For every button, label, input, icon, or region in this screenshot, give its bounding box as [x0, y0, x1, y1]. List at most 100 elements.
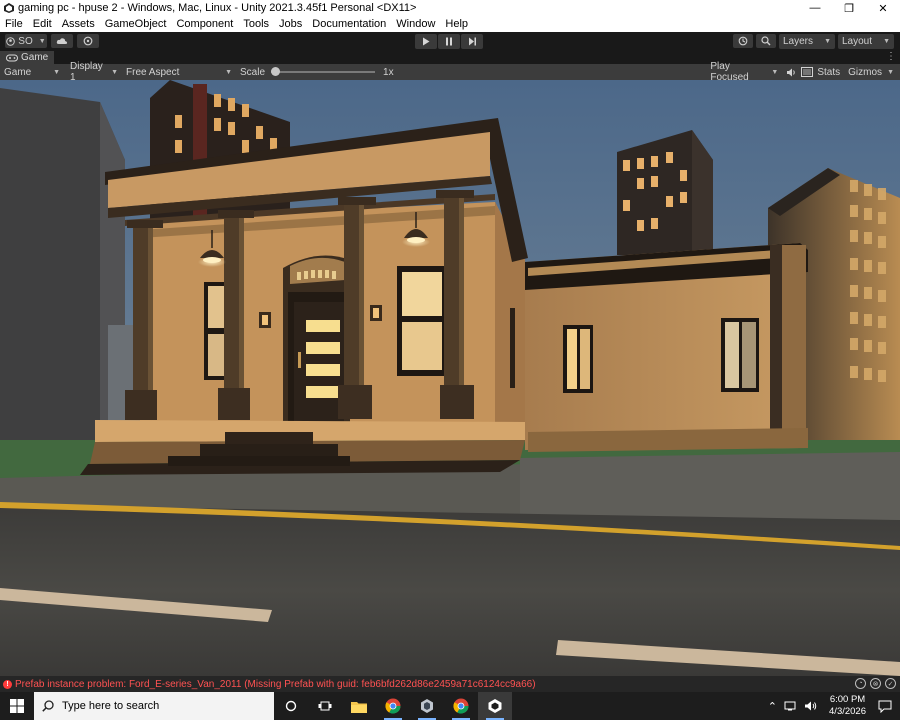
stats-button[interactable]: Stats	[817, 67, 840, 78]
taskbar-clock[interactable]: 6:00 PM 4/3/2026	[821, 694, 874, 718]
display-dropdown[interactable]: Display 1 ▼	[66, 61, 122, 83]
step-button[interactable]	[461, 34, 483, 49]
scale-slider-handle[interactable]	[271, 67, 281, 76]
chevron-down-icon: ▼	[38, 37, 46, 45]
start-button[interactable]	[0, 692, 34, 720]
toolbar-right: Layers ▼ Layout ▼	[733, 34, 894, 49]
chevron-down-icon: ▼	[771, 68, 779, 76]
taskbar-search[interactable]: Type here to search	[34, 692, 274, 720]
unity-icon	[4, 3, 14, 13]
menu-assets[interactable]: Assets	[57, 18, 100, 30]
search-icon	[42, 700, 54, 712]
gizmos-label: Gizmos	[848, 66, 883, 78]
chevron-down-icon: ▼	[887, 68, 894, 76]
menu-jobs[interactable]: Jobs	[274, 18, 307, 30]
clock-time: 6:00 PM	[829, 694, 866, 705]
account-icon	[6, 36, 16, 46]
taskbar-chrome-2[interactable]	[444, 692, 478, 720]
history-icon	[738, 36, 748, 46]
play-icon	[423, 37, 430, 46]
unity-icon	[488, 699, 502, 713]
scale-slider[interactable]	[271, 67, 376, 76]
chevron-down-icon: ▼	[883, 38, 890, 45]
search-icon	[761, 36, 771, 46]
menu-component[interactable]: Component	[171, 18, 238, 30]
cortana-icon	[285, 700, 297, 712]
folder-icon	[351, 701, 367, 713]
status-icons: ◔ ⊗ ✓	[855, 678, 896, 689]
menu-help[interactable]: Help	[440, 18, 473, 30]
game-viewport[interactable]	[0, 80, 900, 676]
chevron-down-icon: ▼	[225, 68, 232, 76]
cortana-button[interactable]	[274, 692, 308, 720]
account-dropdown[interactable]: SO ▼	[5, 34, 47, 48]
play-mode-dropdown[interactable]: Play Focused ▼	[706, 61, 782, 83]
layers-dropdown[interactable]: Layers ▼	[779, 34, 835, 49]
taskbar-unity-hub[interactable]	[410, 692, 444, 720]
pause-icon	[446, 37, 452, 46]
more-options-icon[interactable]: ⋮	[886, 51, 896, 62]
chevron-down-icon: ▼	[111, 68, 118, 76]
volume-icon[interactable]	[804, 701, 818, 711]
menu-tools[interactable]: Tools	[238, 18, 274, 30]
chrome-icon	[385, 698, 401, 714]
system-tray: ⌃ 6:00 PM 4/3/2026	[764, 692, 900, 720]
tab-game[interactable]: Game	[0, 51, 55, 64]
layers-label: Layers	[783, 36, 814, 47]
mode-dropdown[interactable]: Game ▼	[0, 64, 64, 80]
collab-icon	[83, 36, 93, 46]
close-button[interactable]: ✕	[866, 0, 900, 16]
menu-documentation[interactable]: Documentation	[307, 18, 391, 30]
console-message[interactable]: Prefab instance problem: Ford_E-series_V…	[15, 679, 536, 690]
taskbar-chrome-1[interactable]	[376, 692, 410, 720]
cloud-button[interactable]	[51, 34, 73, 48]
console-status-bar[interactable]: ! Prefab instance problem: Ford_E-series…	[0, 676, 900, 692]
window-title-bar: gaming pc - hpuse 2 - Windows, Mac, Linu…	[0, 0, 900, 16]
notifications-icon[interactable]	[878, 700, 892, 713]
scale-label: Scale	[240, 66, 266, 78]
gizmos-dropdown[interactable]: Gizmos ▼	[844, 64, 898, 80]
progress-icon[interactable]: ◔	[855, 678, 866, 689]
audio-icon[interactable]	[786, 68, 797, 77]
taskbar-file-explorer[interactable]	[342, 692, 376, 720]
network-icon[interactable]: ⊗	[870, 678, 881, 689]
scale-control: Scale 1x	[236, 64, 398, 80]
unity-hub-icon	[421, 699, 433, 713]
layout-dropdown[interactable]: Layout ▼	[838, 34, 894, 49]
play-button[interactable]	[415, 34, 437, 49]
windows-taskbar: Type here to search ⌃ 6:00 PM 4/3/2026	[0, 692, 900, 720]
window-title: gaming pc - hpuse 2 - Windows, Mac, Linu…	[18, 2, 417, 14]
search-button[interactable]	[756, 34, 776, 48]
step-icon	[468, 37, 476, 46]
pause-button[interactable]	[438, 34, 460, 49]
check-icon[interactable]: ✓	[885, 678, 896, 689]
chevron-down-icon: ▼	[53, 68, 60, 76]
search-placeholder: Type here to search	[62, 700, 160, 712]
menu-file[interactable]: File	[0, 18, 28, 30]
gamepad-icon	[6, 54, 18, 61]
task-view-icon	[318, 701, 332, 711]
menu-window[interactable]: Window	[391, 18, 440, 30]
tab-game-label: Game	[21, 52, 49, 63]
collab-button[interactable]	[77, 34, 99, 48]
clock-date: 4/3/2026	[829, 706, 866, 717]
minimize-button[interactable]: —	[798, 0, 832, 16]
chevron-up-icon[interactable]: ⌃	[764, 700, 781, 713]
menu-bar: File Edit Assets GameObject Component To…	[0, 16, 900, 32]
layout-label: Layout	[842, 36, 873, 47]
network-icon[interactable]	[784, 701, 798, 711]
taskbar-unity-editor[interactable]	[478, 692, 512, 720]
menu-edit[interactable]: Edit	[28, 18, 57, 30]
task-view-button[interactable]	[308, 692, 342, 720]
aspect-dropdown[interactable]: Free Aspect ▼	[122, 64, 236, 80]
gizmo-toggle-icon[interactable]	[801, 67, 814, 77]
history-button[interactable]	[733, 34, 753, 48]
mode-label: Game	[4, 66, 32, 78]
menu-gameobject[interactable]: GameObject	[100, 18, 172, 30]
cloud-icon	[56, 38, 68, 44]
game-scene	[0, 80, 900, 676]
account-label: SO	[18, 35, 33, 47]
chevron-down-icon: ▼	[824, 38, 831, 45]
scale-value: 1x	[383, 66, 394, 78]
restore-button[interactable]: ❐	[832, 0, 866, 16]
